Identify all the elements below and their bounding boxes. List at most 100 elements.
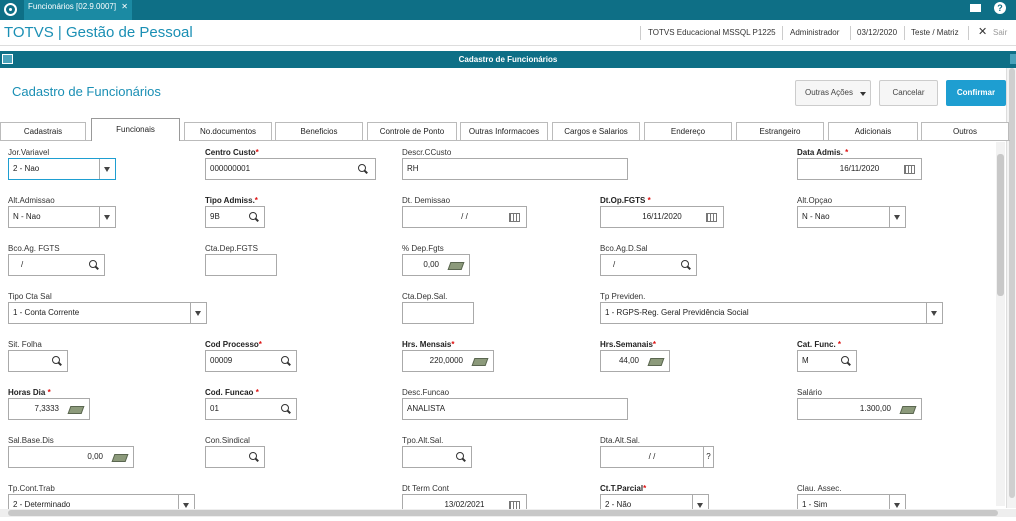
bco-ag-d-sal-input[interactable]: / xyxy=(600,254,697,276)
tipo-cta-sal-select[interactable]: 1 - Conta Corrente xyxy=(8,302,207,324)
close-tab-icon[interactable]: ✕ xyxy=(121,0,128,14)
calendar-icon[interactable] xyxy=(509,213,520,222)
search-icon[interactable] xyxy=(357,163,369,175)
tab-beneficios[interactable]: Beneficios xyxy=(275,122,363,140)
cod-processo-input[interactable]: 00009 xyxy=(205,350,297,372)
cta-dep-sal-input[interactable] xyxy=(402,302,474,324)
dt-op-fgts-input[interactable]: 16/11/2020 xyxy=(600,206,724,228)
search-icon[interactable] xyxy=(280,403,292,415)
tpo-alt-sal-input[interactable] xyxy=(402,446,472,468)
tab-funcionais[interactable]: Funcionais xyxy=(91,118,180,141)
calculator-money-icon[interactable] xyxy=(67,406,85,414)
con-sindical-input[interactable] xyxy=(205,446,265,468)
calculator-money-icon[interactable] xyxy=(899,406,917,414)
chevron-down-icon[interactable] xyxy=(190,303,206,323)
tp-previden-select[interactable]: 1 - RGPS-Reg. Geral Previdência Social xyxy=(600,302,943,324)
descr-ccusto-input[interactable]: RH xyxy=(402,158,628,180)
cancel-button[interactable]: Cancelar xyxy=(879,80,938,106)
chevron-down-icon[interactable] xyxy=(99,207,115,227)
sit-folha-input[interactable] xyxy=(8,350,68,372)
close-icon[interactable]: ✕ xyxy=(978,25,987,38)
form-horizontal-scrollbar[interactable] xyxy=(0,509,1016,517)
help-icon[interactable]: ? xyxy=(994,2,1006,14)
tab-estrangeiro[interactable]: Estrangeiro xyxy=(736,122,824,140)
cta-dep-fgts-input[interactable] xyxy=(205,254,277,276)
hrs-semanais-input[interactable]: 44,00 xyxy=(600,350,670,372)
bco-ag-fgts-input[interactable]: / xyxy=(8,254,105,276)
scroll-thumb[interactable] xyxy=(997,154,1004,296)
tab-cadastrais[interactable]: Cadastrais xyxy=(0,122,86,140)
salario-input[interactable]: 1.300,00 xyxy=(797,398,922,420)
open-tab-funcionarios[interactable]: Funcionários [02.9.0007] ✕ xyxy=(24,0,132,20)
sal-base-dis-input[interactable]: 0,00 xyxy=(8,446,134,468)
desc-funcao-input[interactable]: ANALISTA xyxy=(402,398,628,420)
tp-cont-trab-value: 2 - Determinado xyxy=(13,500,71,509)
calendar-icon[interactable] xyxy=(904,165,915,174)
search-icon[interactable] xyxy=(51,355,63,367)
sal-base-dis-label: Sal.Base.Dis xyxy=(8,436,54,445)
scroll-thumb[interactable] xyxy=(8,510,998,516)
tpo-alt-sal-label: Tpo.Alt.Sal. xyxy=(402,436,444,445)
alt-opcao-select[interactable]: N - Nao xyxy=(797,206,906,228)
search-icon[interactable] xyxy=(248,211,260,223)
cat-func-input[interactable]: M xyxy=(797,350,857,372)
pct-dep-fgts-input[interactable]: 0,00 xyxy=(402,254,470,276)
calculator-money-icon[interactable] xyxy=(111,454,129,462)
search-icon[interactable] xyxy=(88,259,100,271)
tab-controle-de-ponto[interactable]: Controle de Ponto xyxy=(367,122,457,140)
data-admis-input[interactable]: 16/11/2020 xyxy=(797,158,922,180)
user-name: Administrador xyxy=(790,28,840,37)
form-vertical-scrollbar[interactable] xyxy=(996,142,1005,506)
clau-assec-select[interactable]: 1 - Sim xyxy=(797,494,906,510)
search-icon[interactable] xyxy=(248,451,260,463)
tab-outros[interactable]: Outros xyxy=(921,122,1009,140)
horas-dia-input[interactable]: 7,3333 xyxy=(8,398,90,420)
help-button[interactable]: ? xyxy=(703,447,713,467)
tp-cont-trab-select[interactable]: 2 - Determinado xyxy=(8,494,195,510)
calculator-money-icon[interactable] xyxy=(647,358,665,366)
salario-value: 1.300,00 xyxy=(859,404,891,413)
cod-funcao-input[interactable]: 01 xyxy=(205,398,297,420)
bco-ag-d-sal-label: Bco.Ag.D.Sal xyxy=(600,244,648,253)
chevron-down-icon[interactable] xyxy=(692,495,708,509)
mail-icon[interactable] xyxy=(970,4,981,12)
calculator-money-icon[interactable] xyxy=(447,262,465,270)
calendar-icon[interactable] xyxy=(706,213,717,222)
confirm-button[interactable]: Confirmar xyxy=(946,80,1006,106)
search-icon[interactable] xyxy=(840,355,852,367)
exit-link[interactable]: Sair xyxy=(993,28,1007,37)
search-icon[interactable] xyxy=(455,451,467,463)
search-icon[interactable] xyxy=(280,355,292,367)
chevron-down-icon[interactable] xyxy=(926,303,942,323)
tab-cargos-e-salarios[interactable]: Cargos e Salarios xyxy=(552,122,640,140)
hrs-mensais-input[interactable]: 220,0000 xyxy=(402,350,494,372)
chevron-down-icon[interactable] xyxy=(99,159,115,179)
chevron-down-icon[interactable] xyxy=(889,207,905,227)
tipo-admis-input[interactable]: 9B xyxy=(205,206,265,228)
hrs-mensais-label-text: Hrs. Mensais xyxy=(402,340,452,349)
calculator-money-icon[interactable] xyxy=(471,358,489,366)
dt-demissao-input[interactable]: / / xyxy=(402,206,527,228)
tab-outras-informacoes[interactable]: Outras Informacoes xyxy=(460,122,548,140)
tab-endereco[interactable]: Endereço xyxy=(644,122,732,140)
other-actions-button[interactable]: Outras Ações xyxy=(795,80,871,106)
dt-term-cont-input[interactable]: 13/02/2021 xyxy=(402,494,527,510)
ct-t-parcial-select[interactable]: 2 - Não xyxy=(600,494,709,510)
clau-assec-value: 1 - Sim xyxy=(802,500,828,509)
alt-admissao-select[interactable]: N - Nao xyxy=(8,206,116,228)
totvs-logo-icon[interactable] xyxy=(4,3,17,16)
centro-custo-input[interactable]: 000000001 xyxy=(205,158,376,180)
company-branch[interactable]: Teste / Matriz xyxy=(911,28,959,37)
dta-alt-sal-input[interactable]: / /? xyxy=(600,446,714,468)
required-mark: * xyxy=(255,148,259,157)
clau-assec-label: Clau. Assec. xyxy=(797,484,842,493)
tab-no-documentos[interactable]: No.documentos xyxy=(184,122,272,140)
cod-funcao-label: Cod. Funcao * xyxy=(205,388,259,397)
jor-variavel-select[interactable]: 2 - Nao xyxy=(8,158,116,180)
chevron-down-icon[interactable] xyxy=(178,495,194,509)
tab-adicionais[interactable]: Adicionais xyxy=(828,122,918,140)
horas-dia-label: Horas Dia * xyxy=(8,388,51,397)
chevron-down-icon[interactable] xyxy=(889,495,905,509)
search-icon[interactable] xyxy=(680,259,692,271)
tipo-cta-sal-label: Tipo Cta Sal xyxy=(8,292,52,301)
